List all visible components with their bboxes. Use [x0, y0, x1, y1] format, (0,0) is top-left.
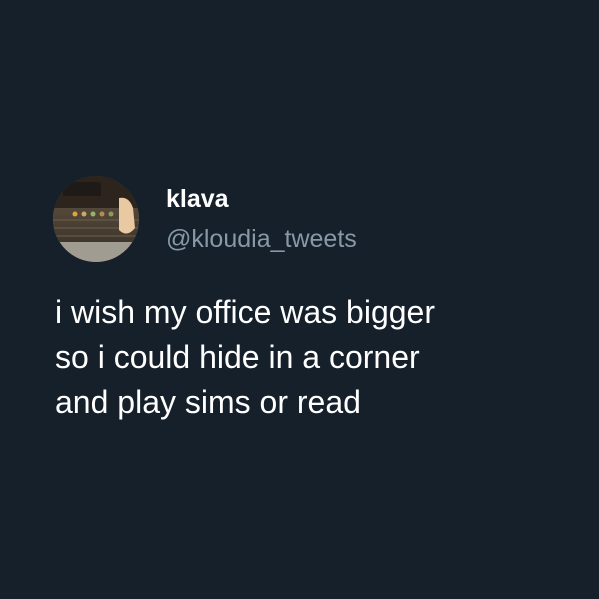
- tweet-card: klava @kloudia_tweets i wish my office w…: [0, 0, 599, 599]
- display-name[interactable]: klava: [166, 182, 229, 216]
- tweet-line: so i could hide in a corner: [55, 339, 420, 375]
- user-handle[interactable]: @kloudia_tweets: [166, 222, 357, 256]
- tweet-line: i wish my office was bigger: [55, 294, 435, 330]
- avatar-photo: [53, 176, 139, 262]
- avatar[interactable]: [53, 176, 139, 262]
- tweet-line: and play sims or read: [55, 384, 361, 420]
- tweet-text: i wish my office was bigger so i could h…: [55, 290, 575, 425]
